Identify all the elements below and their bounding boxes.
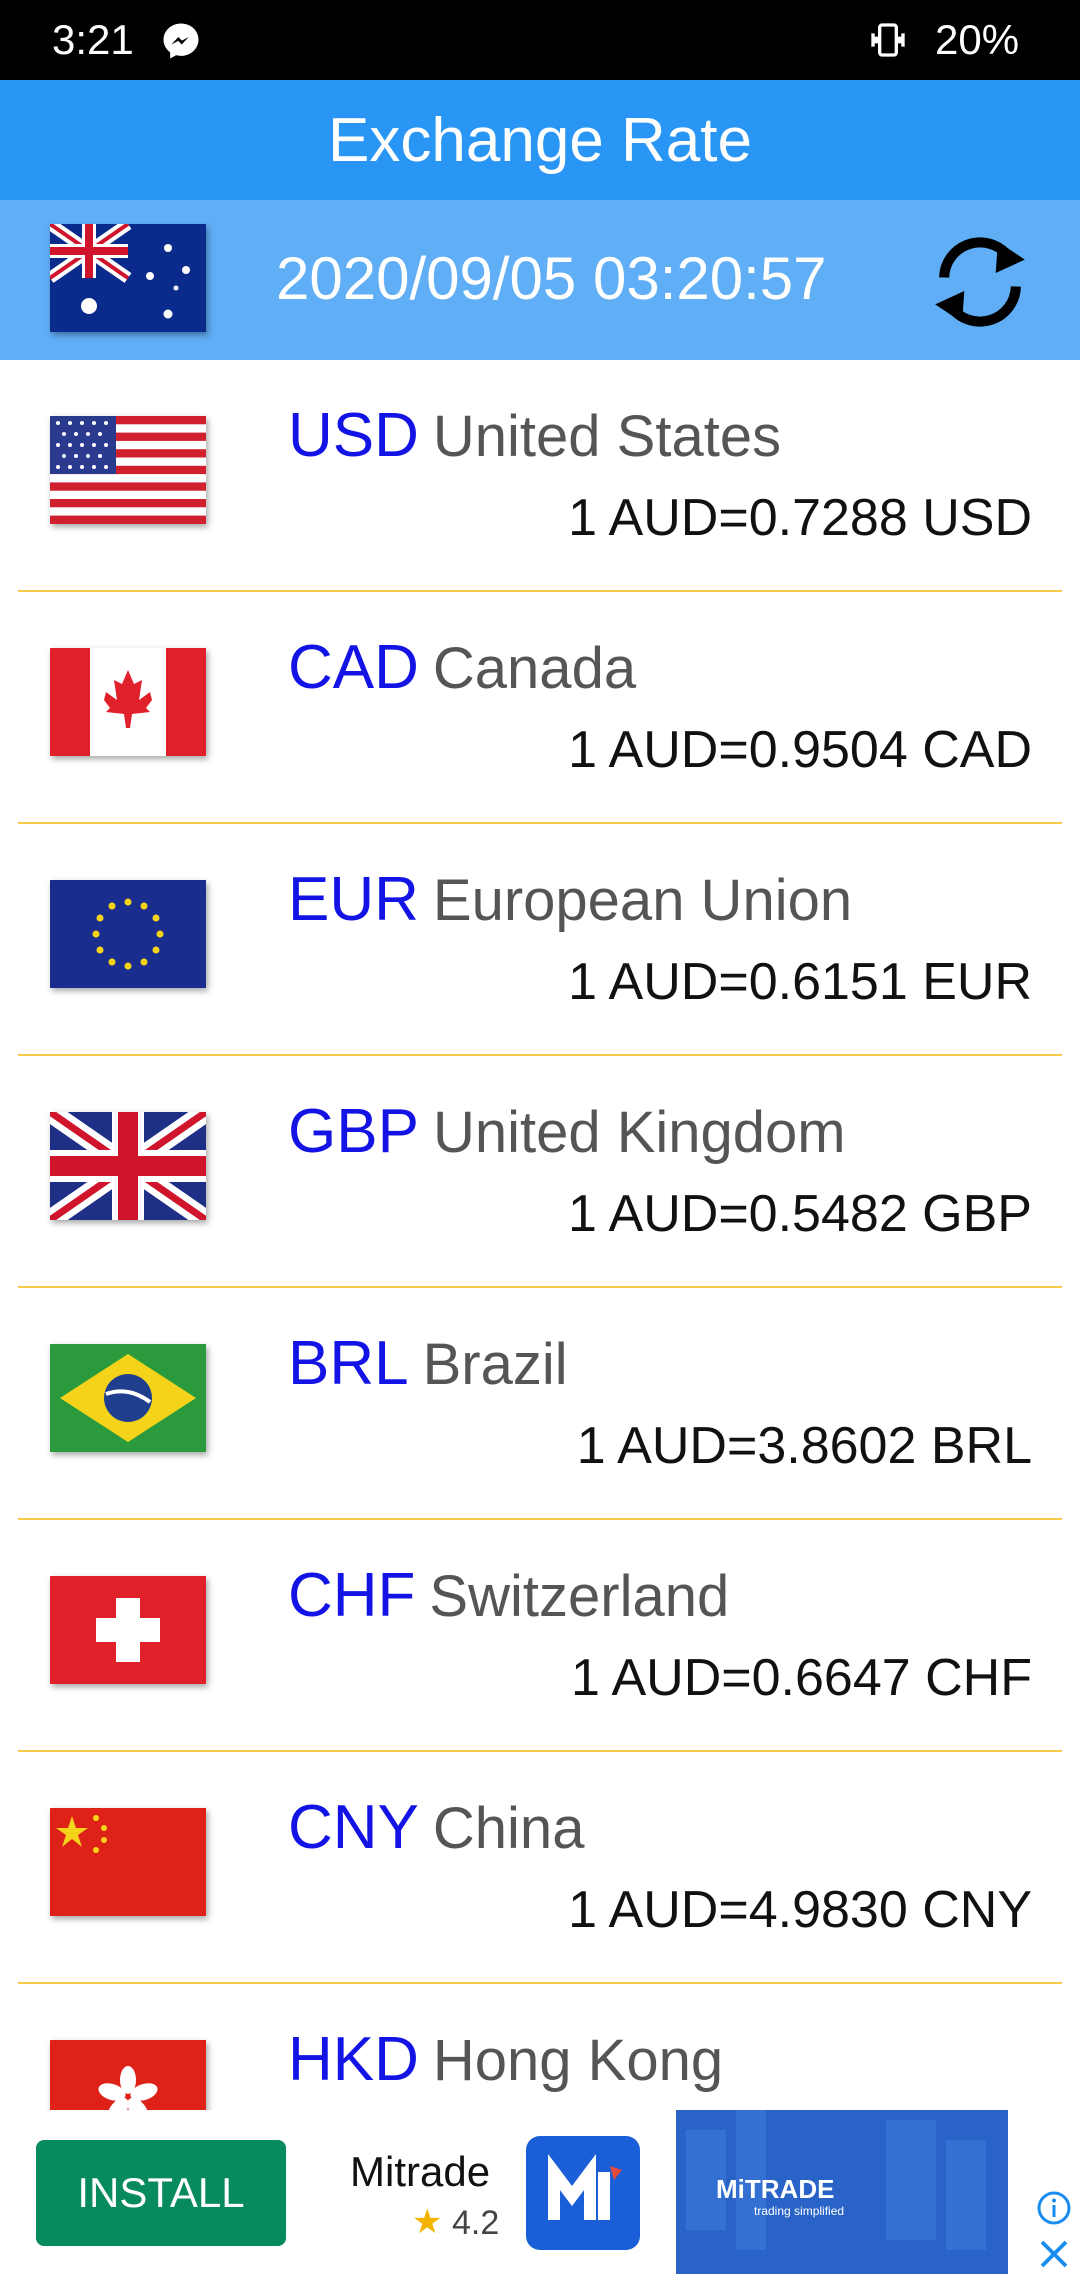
ad-app-name[interactable]: Mitrade	[350, 2148, 490, 2196]
ad-image[interactable]: MiTRADE trading simplified	[676, 2110, 1008, 2274]
currency-code: BRL	[288, 1329, 409, 1398]
info-icon[interactable]	[1036, 2190, 1072, 2226]
currency-code: GBP	[288, 1097, 419, 1166]
ad-rating: 4.2	[452, 2204, 500, 2242]
country-name: China	[432, 1796, 585, 1861]
ad-image-tagline: trading simplified	[754, 2204, 845, 2218]
messenger-icon	[163, 23, 199, 59]
currency-code: CAD	[288, 633, 419, 702]
hong-kong-flag-icon	[50, 2040, 206, 2110]
uk-flag-icon	[50, 1112, 206, 1220]
currency-row-cad[interactable]: CAD Canada 1 AUD=0.9504 CAD	[0, 592, 1080, 824]
country-name: Switzerland	[429, 1564, 730, 1629]
close-icon[interactable]	[1036, 2236, 1072, 2272]
currency-row-cny[interactable]: CNY China 1 AUD=4.9830 CNY	[0, 1752, 1080, 1984]
ad-image-brand: MiTRADE	[716, 2174, 835, 2204]
china-flag-icon	[50, 1808, 206, 1916]
currency-row-eur[interactable]: EUR European Union 1 AUD=0.6151 EUR	[0, 824, 1080, 1056]
app-bar: Exchange Rate	[0, 80, 1080, 200]
vibrate-icon	[871, 23, 905, 57]
status-bar: 3:21 20%	[0, 0, 1080, 80]
rate-value: 1 AUD=0.6151 EUR	[568, 953, 1032, 1011]
rate-value: 1 AUD=0.7288 USD	[568, 489, 1032, 547]
country-name: United States	[432, 404, 782, 469]
install-button[interactable]: INSTALL	[36, 2140, 286, 2246]
currency-row-hkd[interactable]: HKD Hong Kong	[0, 1984, 1080, 2110]
brazil-flag-icon	[50, 1344, 206, 1452]
refresh-icon[interactable]	[920, 226, 1040, 338]
ad-app-logo-icon[interactable]	[526, 2136, 640, 2250]
rate-value: 1 AUD=4.9830 CNY	[568, 1881, 1032, 1939]
australia-flag-icon[interactable]	[50, 224, 206, 332]
battery-percentage: 20%	[935, 16, 1020, 63]
currency-row-chf[interactable]: CHF Switzerland 1 AUD=0.6647 CHF	[0, 1520, 1080, 1752]
rate-timestamp: 2020/09/05 03:20:57	[276, 245, 827, 312]
currency-row-brl[interactable]: BRL Brazil 1 AUD=3.8602 BRL	[0, 1288, 1080, 1520]
page-title: Exchange Rate	[328, 105, 752, 175]
rate-value: 1 AUD=0.6647 CHF	[570, 1649, 1032, 1707]
country-name: Brazil	[422, 1332, 568, 1397]
currency-row-usd[interactable]: USD United States 1 AUD=0.7288 USD	[0, 360, 1080, 592]
country-name: United Kingdom	[432, 1100, 846, 1165]
status-time: 3:21	[52, 16, 134, 63]
currency-code: HKD	[288, 2025, 419, 2094]
star-icon: ★	[412, 2203, 443, 2241]
ad-banner[interactable]: INSTALL Mitrade ★ 4.2 MiTRADE trading si…	[0, 2110, 1080, 2280]
rate-value: 1 AUD=0.9504 CAD	[568, 721, 1032, 779]
currency-row-gbp[interactable]: GBP United Kingdom 1 AUD=0.5482 GBP	[0, 1056, 1080, 1288]
eu-flag-icon	[50, 880, 206, 988]
country-name: Hong Kong	[432, 2028, 724, 2093]
currency-code: CNY	[288, 1793, 419, 1862]
country-name: European Union	[432, 868, 853, 933]
rate-value: 1 AUD=0.5482 GBP	[568, 1185, 1032, 1243]
country-name: Canada	[432, 636, 637, 701]
currency-list[interactable]: USD United States 1 AUD=0.7288 USD CAD Can…	[0, 360, 1080, 2110]
usa-flag-icon	[50, 416, 206, 524]
currency-code: USD	[288, 401, 419, 470]
base-currency-bar: 2020/09/05 03:20:57	[0, 200, 1080, 360]
currency-code: EUR	[288, 865, 419, 934]
canada-flag-icon	[50, 648, 206, 756]
rate-value: 1 AUD=3.8602 BRL	[576, 1417, 1032, 1475]
currency-code: CHF	[288, 1561, 416, 1630]
switzerland-flag-icon	[50, 1576, 206, 1684]
